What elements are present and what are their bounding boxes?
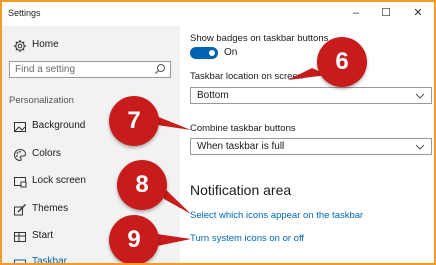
callout-7: 7 xyxy=(109,96,159,146)
callout-arrows xyxy=(151,68,327,246)
callout-6: 6 xyxy=(317,37,367,87)
callout-9: 9 xyxy=(109,215,159,263)
settings-window: Settings – ☐ ✕ Home Find a setting Perso… xyxy=(0,0,436,265)
callout-arrow-9 xyxy=(157,234,191,246)
callout-8: 8 xyxy=(117,160,167,210)
